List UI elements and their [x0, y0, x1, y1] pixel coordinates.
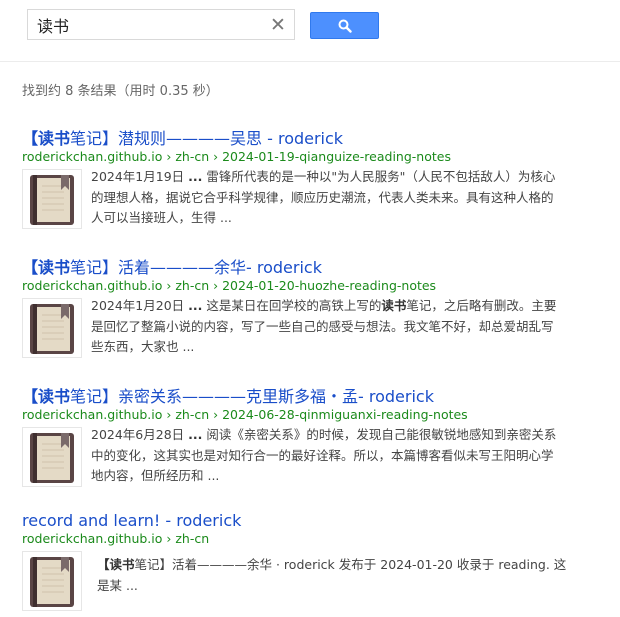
search-input[interactable]: [37, 15, 262, 35]
result-url[interactable]: roderickchan.github.io › zh-cn › 2024-01…: [22, 149, 597, 165]
result-title-link[interactable]: 【读书笔记】活着————余华- roderick: [22, 258, 597, 278]
title-keyword: 【读书: [22, 387, 71, 406]
search-button[interactable]: [310, 12, 379, 39]
book-icon: [30, 304, 74, 354]
result-thumbnail[interactable]: [22, 427, 82, 487]
snippet-ellipsis: ...: [188, 298, 203, 313]
search-icon: [338, 19, 352, 33]
snippet-date: 2024年1月19日: [91, 169, 185, 184]
search-result: 【读书笔记】活着————余华- roderick roderickchan.gi…: [22, 258, 597, 362]
snippet-keyword: 读书: [381, 298, 407, 313]
result-url[interactable]: roderickchan.github.io › zh-cn › 2024-06…: [22, 407, 597, 423]
snippet-date: 2024年1月20日: [91, 298, 185, 313]
header-divider: [0, 61, 620, 62]
title-text: 笔记】活着————余华- roderick: [70, 258, 322, 277]
snippet-date: 2024年6月28日: [91, 427, 185, 442]
result-url[interactable]: roderickchan.github.io › zh-cn › 2024-01…: [22, 278, 597, 294]
book-icon: [30, 175, 74, 225]
result-url[interactable]: roderickchan.github.io › zh-cn: [22, 531, 597, 547]
result-snippet: 2024年1月19日 ... 雷锋所代表的是一种以"为人民服务"（人民不包括敌人…: [91, 167, 561, 229]
result-stats: 找到约 8 条结果（用时 0.35 秒）: [22, 84, 219, 99]
result-title-link[interactable]: 【读书笔记】亲密关系————克里斯多福・孟- roderick: [22, 387, 597, 407]
snippet-keyword: 【读书: [97, 557, 135, 572]
search-result: 【读书笔记】潜规则————吴思 - roderick roderickchan.…: [22, 129, 597, 233]
result-title-link[interactable]: 【读书笔记】潜规则————吴思 - roderick: [22, 129, 597, 149]
title-keyword: 【读书: [22, 258, 71, 277]
book-icon: [30, 433, 74, 483]
result-thumbnail[interactable]: [22, 551, 82, 611]
result-snippet: 【读书笔记】活着————余华 · roderick 发布于 2024-01-20…: [97, 555, 567, 596]
title-text: 笔记】亲密关系————克里斯多福・孟- roderick: [70, 387, 434, 406]
clear-search-button[interactable]: ✕: [269, 14, 287, 36]
snippet-text: 笔记】活着————余华 · roderick 发布于 2024-01-20 收录…: [97, 557, 567, 593]
search-result: 【读书笔记】亲密关系————克里斯多福・孟- roderick roderick…: [22, 387, 597, 491]
result-snippet: 2024年6月28日 ... 阅读《亲密关系》的时候，发现自己能很敏锐地感知到亲…: [91, 425, 561, 487]
book-icon: [30, 557, 74, 607]
snippet-text: 这是某日在回学校的高铁上写的: [202, 298, 382, 313]
result-snippet: 2024年1月20日 ... 这是某日在回学校的高铁上写的读书笔记，之后略有删改…: [91, 296, 561, 358]
title-keyword: 【读书: [22, 129, 71, 148]
snippet-ellipsis: ...: [188, 427, 203, 442]
result-thumbnail[interactable]: [22, 298, 82, 358]
search-result: record and learn! - roderick roderickcha…: [22, 511, 597, 615]
title-text: 笔记】潜规则————吴思 - roderick: [70, 129, 344, 148]
search-box[interactable]: ✕: [27, 9, 295, 40]
snippet-ellipsis: ...: [188, 169, 203, 184]
result-thumbnail[interactable]: [22, 169, 82, 229]
result-title-link[interactable]: record and learn! - roderick: [22, 511, 597, 531]
